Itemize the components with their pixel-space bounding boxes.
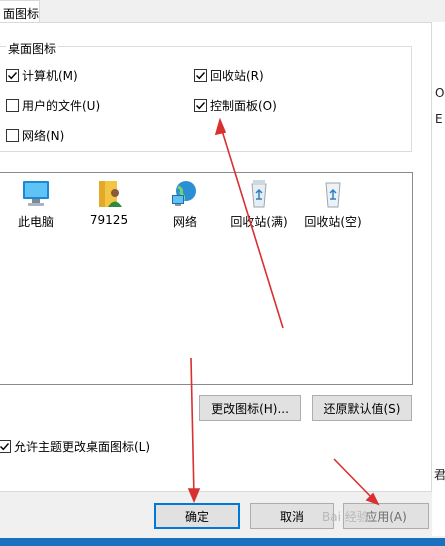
checkbox-label: 回收站(R)	[210, 69, 264, 83]
background-text-1: O	[435, 86, 445, 100]
change-icon-button[interactable]: 更改图标(H)...	[199, 395, 301, 421]
checkbox-box	[6, 129, 19, 142]
checkbox-label: 网络(N)	[22, 129, 65, 143]
icon-label: 网络	[172, 215, 197, 229]
icon-item-recycle-bin-full[interactable]: 回收站(满)	[223, 179, 295, 230]
recycle-bin-full-icon	[251, 180, 267, 208]
checkbox-user-files[interactable]: 用户的文件(U)	[6, 97, 100, 114]
icon-label: 回收站(满)	[230, 215, 288, 229]
recycle-bin-empty-icon	[325, 182, 341, 208]
tab-label: 面图标	[3, 7, 40, 21]
icon-item-this-pc[interactable]: 此电脑	[0, 179, 72, 230]
checkbox-control-panel[interactable]: 控制面板(O)	[194, 97, 277, 114]
checkbox-box	[0, 440, 11, 453]
checkbox-box	[194, 99, 207, 112]
checkbox-box	[6, 69, 19, 82]
icon-label: 此电脑	[17, 215, 54, 229]
icon-item-network[interactable]: 网络	[149, 179, 221, 230]
tab-desktop-icons[interactable]: 面图标	[0, 0, 40, 23]
background-text-3: 君	[434, 468, 445, 482]
groupbox-title: 桌面图标	[6, 40, 59, 57]
checkbox-computer[interactable]: 计算机(M)	[6, 67, 78, 84]
icon-label: 回收站(空)	[304, 215, 362, 229]
checkbox-network[interactable]: 网络(N)	[6, 127, 64, 144]
icon-item-recycle-bin-empty[interactable]: 回收站(空)	[297, 179, 369, 230]
checkbox-box	[6, 99, 19, 112]
user-folder-icon	[99, 181, 122, 207]
tab-strip: 面图标	[0, 0, 445, 23]
restore-default-button[interactable]: 还原默认值(S)	[312, 395, 412, 421]
icon-label: 79125	[89, 213, 129, 227]
checkbox-recycle-bin[interactable]: 回收站(R)	[194, 67, 264, 84]
checkbox-label: 用户的文件(U)	[22, 99, 101, 113]
checkbox-label: 计算机(M)	[22, 69, 78, 83]
watermark: Bai 经验	[322, 510, 369, 524]
checkbox-label: 允许主题更改桌面图标(L)	[14, 440, 151, 454]
checkbox-box	[194, 69, 207, 82]
network-icon	[172, 181, 196, 206]
taskbar	[0, 538, 445, 546]
computer-icon	[23, 181, 49, 206]
desktop-icon-list[interactable]: 此电脑 79125 网络 回收站(满) 回收站(空)	[0, 172, 413, 385]
background-window	[432, 0, 445, 536]
icon-item-user-folder[interactable]: 79125	[73, 179, 145, 227]
background-text-2: E	[435, 112, 443, 126]
ok-button[interactable]: 确定	[154, 503, 240, 529]
checkbox-label: 控制面板(O)	[210, 99, 277, 113]
checkbox-allow-themes[interactable]: 允许主题更改桌面图标(L)	[0, 438, 150, 455]
